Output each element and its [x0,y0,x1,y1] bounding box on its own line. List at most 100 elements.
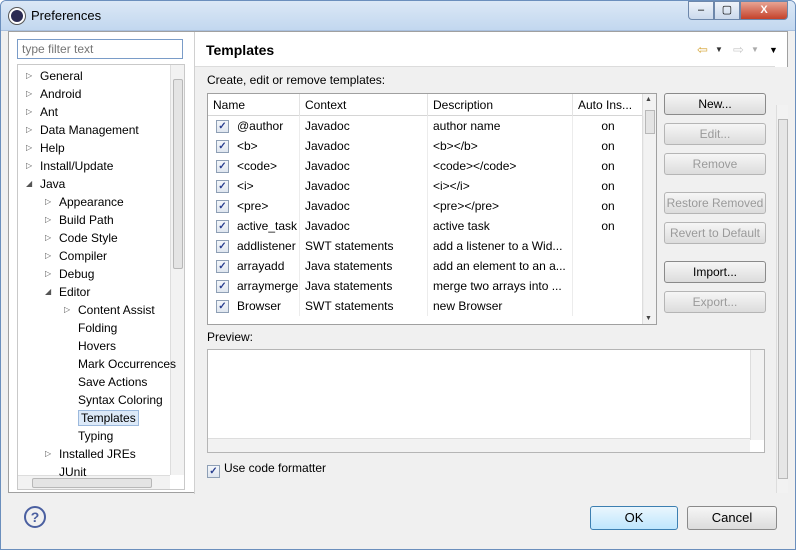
table-row[interactable]: ✓ Browser SWT statements new Browser [208,296,644,316]
page-vertical-scrollbar[interactable] [776,105,788,493]
collapse-arrow-icon[interactable]: ◢ [26,175,32,193]
table-row[interactable]: ✓ arrayadd Java statements add an element t… [208,256,644,276]
table-row[interactable]: ✓ addlistener SWT statements add a listener… [208,236,644,256]
column-header[interactable]: Name [208,94,300,116]
export-button[interactable]: Export... [664,291,766,313]
edit-button[interactable]: Edit... [664,123,766,145]
expand-arrow-icon[interactable]: ▷ [45,193,51,211]
tree-item[interactable]: ▷ Appearance [45,193,124,211]
tree-item[interactable]: ▷ Ant [26,103,58,121]
table-row[interactable]: ✓ <pre> Javadoc <pre></pre> on [208,196,644,216]
maximize-button[interactable]: ▢ [714,1,740,20]
table-vertical-scrollbar[interactable]: ▲ ▼ [642,94,656,324]
template-enabled-checkbox[interactable]: ✓ [216,300,229,313]
tree-item[interactable]: ◢ Editor [45,283,90,301]
expand-arrow-icon[interactable]: ▷ [26,103,32,121]
tree-item[interactable]: ▷ Android [26,85,81,103]
expand-arrow-icon[interactable]: ▷ [64,301,70,319]
scroll-down-icon[interactable]: ▼ [645,315,652,322]
tree-horizontal-scrollbar[interactable] [18,475,170,489]
preview-vertical-scrollbar[interactable] [750,350,764,440]
tree-item[interactable]: Syntax Coloring [64,391,163,409]
table-row[interactable]: ✓ @author Javadoc author name on [208,116,644,136]
table-row[interactable]: ✓ <code> Javadoc <code></code> on [208,156,644,176]
expand-arrow-icon[interactable]: ▷ [26,157,32,175]
forward-dropdown-icon[interactable]: ▼ [751,45,759,54]
preview-horizontal-scrollbar[interactable] [208,438,750,452]
expand-arrow-icon[interactable]: ▷ [45,445,51,463]
import-button[interactable]: Import... [664,261,766,283]
ok-button[interactable]: OK [590,506,678,530]
tree-item[interactable]: ▷ Build Path [45,211,114,229]
forward-arrow-icon[interactable]: ⇨ [733,42,744,58]
table-row[interactable]: ✓ <b> Javadoc <b></b> on [208,136,644,156]
cancel-button[interactable]: Cancel [687,506,777,530]
tree-item[interactable]: ▷ Code Style [45,229,118,247]
template-enabled-checkbox[interactable]: ✓ [216,180,229,193]
tree-item[interactable]: Mark Occurrences [64,355,176,373]
template-enabled-checkbox[interactable]: ✓ [216,240,229,253]
expand-arrow-icon[interactable]: ▷ [45,265,51,283]
table-vertical-scroll-thumb[interactable] [645,110,655,134]
table-row[interactable]: ✓ <i> Javadoc <i></i> on [208,176,644,196]
tree-item[interactable]: Templates [64,409,139,427]
auto-cell: on [573,156,644,176]
tree-item[interactable]: ▷ Data Management [26,121,139,139]
use-code-formatter-checkbox[interactable]: ✓ [207,465,220,478]
back-dropdown-icon[interactable]: ▼ [715,45,723,54]
tree-item[interactable]: ▷ Install/Update [26,157,113,175]
preview-area[interactable] [207,349,765,453]
back-arrow-icon[interactable]: ⇦ [697,42,708,58]
revert-to-default-button[interactable]: Revert to Default [664,222,766,244]
template-enabled-checkbox[interactable]: ✓ [216,120,229,133]
collapse-arrow-icon[interactable]: ◢ [45,283,51,301]
expand-arrow-icon[interactable]: ▷ [45,229,51,247]
tree-item[interactable]: ◢ Java [26,175,65,193]
tree-item[interactable]: JUnit [45,463,86,481]
page-vertical-scroll-thumb[interactable] [778,119,788,479]
tree-item[interactable]: ▷ Content Assist [64,301,155,319]
tree-item-label: Install/Update [40,159,114,173]
minimize-button[interactable]: – [688,1,714,20]
tree-item[interactable]: Typing [64,427,113,445]
filter-input[interactable] [17,39,183,59]
tree-item[interactable]: ▷ Compiler [45,247,107,265]
template-enabled-checkbox[interactable]: ✓ [216,140,229,153]
close-button[interactable]: X [740,1,788,20]
column-header[interactable]: Context [300,94,428,116]
tree-item[interactable]: Folding [64,319,117,337]
expand-arrow-icon[interactable]: ▷ [26,121,32,139]
template-enabled-checkbox[interactable]: ✓ [216,160,229,173]
template-name: Browser [237,299,282,313]
expand-arrow-icon[interactable]: ▷ [26,85,32,103]
table-row[interactable]: ✓ arraymerge Java statements merge two arra… [208,276,644,296]
tree-item[interactable]: ▷ Debug [45,265,94,283]
expand-arrow-icon[interactable]: ▷ [45,247,51,265]
tree-item[interactable]: Hovers [64,337,116,355]
tree-item[interactable]: ▷ Installed JREs [45,445,136,463]
tree-item-label: General [40,69,83,83]
table-row[interactable]: ✓ active_task Javadoc active task on [208,216,644,236]
tree-item[interactable]: Save Actions [64,373,147,391]
template-enabled-checkbox[interactable]: ✓ [216,280,229,293]
new-button[interactable]: New... [664,93,766,115]
restore-removed-button[interactable]: Restore Removed [664,192,766,214]
template-enabled-checkbox[interactable]: ✓ [216,200,229,213]
remove-button[interactable]: Remove [664,153,766,175]
expand-arrow-icon[interactable]: ▷ [45,211,51,229]
help-icon[interactable]: ? [24,506,46,528]
tree-item[interactable]: ▷ General [26,67,83,85]
template-enabled-checkbox[interactable]: ✓ [216,220,229,233]
description-cell: <b></b> [428,136,573,156]
column-header[interactable]: Auto Ins... [573,94,644,116]
expand-arrow-icon[interactable]: ▷ [26,139,32,157]
tree-vertical-scroll-thumb[interactable] [173,79,183,269]
use-code-formatter-option[interactable]: ✓ Use code formatter [207,460,326,478]
scroll-up-icon[interactable]: ▲ [645,96,652,103]
view-menu-icon[interactable]: ▼ [769,45,778,55]
tree-item[interactable]: ▷ Help [26,139,65,157]
template-enabled-checkbox[interactable]: ✓ [216,260,229,273]
tree-vertical-scrollbar[interactable] [170,65,184,475]
expand-arrow-icon[interactable]: ▷ [26,67,32,85]
column-header[interactable]: Description [428,94,573,116]
